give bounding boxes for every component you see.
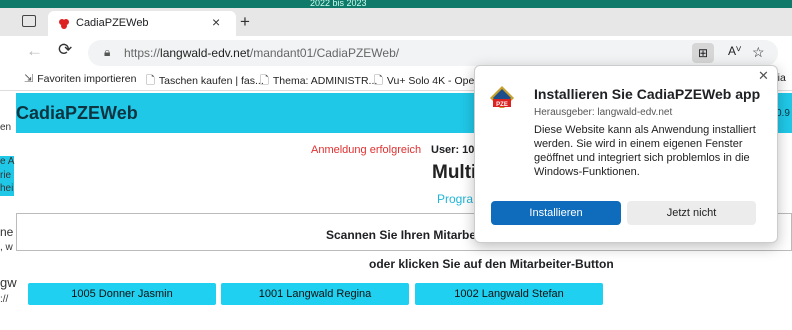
click-instruction: oder klicken Sie auf den Mitarbeiter-But… xyxy=(369,257,614,271)
employee-button[interactable]: 1002 Langwald Stefan xyxy=(415,283,603,305)
favorite-star-icon[interactable]: ☆ xyxy=(752,44,765,61)
left-fragment-text: , w xyxy=(0,242,13,253)
bookmark-item[interactable]: 🗋 Vu+ Solo 4K - Ope... xyxy=(374,72,483,91)
left-fragment-text: rie xyxy=(0,170,12,181)
left-fragment-text: hei xyxy=(0,183,14,194)
not-now-button[interactable]: Jetzt nicht xyxy=(627,201,756,225)
dialog-description: Diese Website kann als Anwendung install… xyxy=(534,124,756,178)
url-host: langwald-edv.net xyxy=(160,46,250,60)
left-fragment-text: :// xyxy=(0,294,9,305)
left-fragment-text: en xyxy=(0,122,12,133)
dialog-title: Installieren Sie CadiaPZEWeb app xyxy=(534,86,761,102)
tab-title: CadiaPZEWeb xyxy=(76,17,149,29)
version-text: 0.9 xyxy=(776,108,790,119)
bookmark-item[interactable]: ⇲ Favoriten importieren xyxy=(24,72,136,85)
logo-text: PZE xyxy=(496,102,508,108)
bookmark-label: Thema: ADMINISTR... xyxy=(272,75,378,87)
scan-instruction: Scannen Sie Ihren Mitarbeit xyxy=(326,228,484,242)
install-button[interactable]: Installieren xyxy=(491,201,621,225)
employee-button[interactable]: 1005 Donner Jasmin xyxy=(28,283,216,305)
back-button[interactable]: ← xyxy=(26,41,43,61)
page-title: Multi xyxy=(432,162,477,183)
read-aloud-icon[interactable]: Aⱽ xyxy=(728,44,741,58)
close-icon[interactable]: ✕ xyxy=(758,68,769,84)
dialog-publisher: Herausgeber: langwald-edv.net xyxy=(534,107,673,118)
background-window-strip xyxy=(0,0,792,8)
url-prefix: https:// xyxy=(124,46,161,60)
background-window-text: 2022 bis 2023 xyxy=(310,0,367,8)
left-fragment-text: ne xyxy=(0,225,14,239)
tab-close-icon[interactable]: × xyxy=(212,14,220,30)
import-icon: ⇲ xyxy=(24,73,34,85)
left-fragment-text: e A xyxy=(0,156,15,167)
bookmark-label: Taschen kaufen | fas... xyxy=(158,75,264,87)
app-logo-icon: PZE xyxy=(490,86,514,108)
page-icon: 🗋 xyxy=(146,75,155,87)
app-title: CadiaPZEWeb xyxy=(16,103,138,123)
bookmark-label: Vu+ Solo 4K - Ope... xyxy=(386,75,484,87)
login-status: Anmeldung erfolgreich xyxy=(311,144,422,156)
reload-button[interactable]: ⟳ xyxy=(58,40,72,60)
page-icon: 🗋 xyxy=(260,75,269,87)
url-path: /mandant01/CadiaPZEWeb/ xyxy=(249,46,400,60)
left-fragment-text: gw xyxy=(0,275,17,290)
app-install-icon[interactable]: ⊞ xyxy=(692,43,714,63)
url-text[interactable]: https://langwald-edv.net/mandant01/Cadia… xyxy=(124,46,399,60)
bookmark-label: Favoriten importieren xyxy=(37,73,137,85)
lock-icon[interactable]: 🔒︎ xyxy=(104,45,110,60)
bookmark-item[interactable]: 🗋 Taschen kaufen | fas... xyxy=(146,72,264,91)
bookmark-item[interactable]: 🗋 Thema: ADMINISTR... xyxy=(260,72,377,91)
page-icon: 🗋 xyxy=(374,75,383,87)
new-tab-button[interactable]: + xyxy=(240,12,250,32)
tab-actions-icon[interactable] xyxy=(22,15,36,27)
employee-button[interactable]: 1001 Langwald Regina xyxy=(221,283,409,305)
site-favicon-icon xyxy=(59,19,69,29)
program-link[interactable]: Progra xyxy=(437,192,473,206)
